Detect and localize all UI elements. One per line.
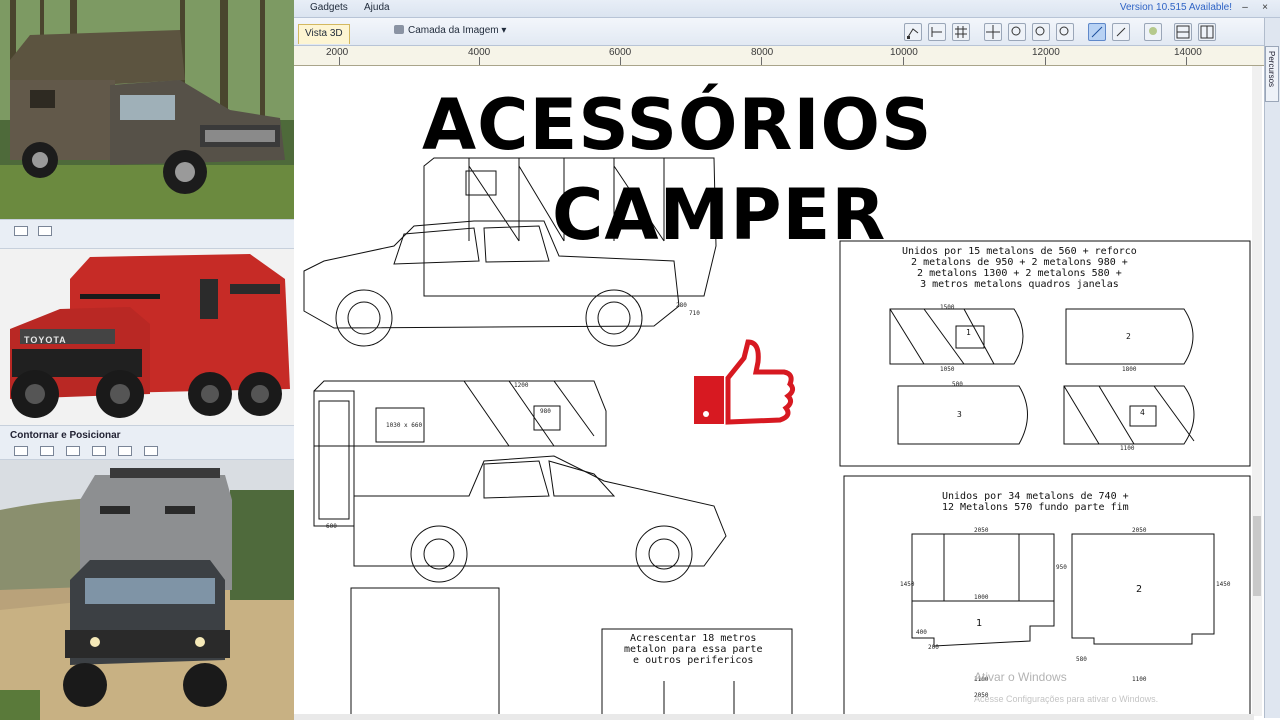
shape-icon[interactable] <box>14 446 28 456</box>
dim-label: 600 <box>326 523 337 530</box>
dim-label: 1450 <box>900 581 915 588</box>
activation-subtext: Acesse Configurações para ativar o Windo… <box>974 694 1159 704</box>
note-box-3: Acrescentar 18 metros metalon para essa … <box>624 633 763 666</box>
dim-label: 1030 x 660 <box>386 422 423 429</box>
screen: TOYOTA Contornar e Posicionar Gadgets Aj… <box>0 0 1280 720</box>
tile4-icon[interactable] <box>144 446 158 456</box>
dim-label: 2050 <box>974 527 989 534</box>
menu-bar: Gadgets Ajuda Version 10.515 Available! … <box>294 0 1280 18</box>
panel-number: 3 <box>957 410 962 419</box>
thumbs-up-icon <box>694 339 796 425</box>
layer-icon <box>394 25 404 34</box>
headline-line2: CAMPER <box>552 174 887 256</box>
photo-grey-camper <box>0 460 294 720</box>
zoom-fit-icon[interactable] <box>1056 23 1074 41</box>
grille-brand: TOYOTA <box>24 335 67 345</box>
crop-icon[interactable] <box>38 226 52 236</box>
tile2-icon[interactable] <box>92 446 106 456</box>
ruler-label: 14000 <box>1174 47 1202 58</box>
drawing-canvas[interactable]: Unidos por 15 metalons de 560 + reforco … <box>294 66 1254 720</box>
dim-label: 1000 <box>974 594 989 601</box>
dim-label: 1200 <box>514 382 529 389</box>
photo-red-camper: TOYOTA <box>0 249 294 425</box>
dim-label: 580 <box>1076 656 1087 663</box>
headline-line1: ACESSÓRIOS <box>422 84 933 166</box>
tile-icon[interactable] <box>66 446 80 456</box>
note-box-1: Unidos por 15 metalons de 560 + reforco … <box>902 246 1137 290</box>
truck-side-view-2 <box>313 380 727 583</box>
version-link[interactable]: Version 10.515 Available! <box>1120 2 1232 13</box>
activation-watermark: Ativar o Windows <box>974 670 1067 684</box>
bulb-icon[interactable] <box>1144 23 1162 41</box>
dim-label: 1800 <box>1122 366 1137 373</box>
layout-b-icon[interactable] <box>1198 23 1216 41</box>
tile3-icon[interactable] <box>118 446 132 456</box>
panel-number: 1 <box>966 328 971 337</box>
grid-tool-icon[interactable] <box>952 23 970 41</box>
dim-label: 710 <box>689 310 700 317</box>
ruler-label: 2000 <box>326 47 349 58</box>
panel-number: 2 <box>1126 332 1131 341</box>
node-tool-icon[interactable] <box>904 23 922 41</box>
move-tool-icon[interactable] <box>984 23 1002 41</box>
zoom-in-icon[interactable] <box>1008 23 1026 41</box>
dim-label: 980 <box>540 408 551 415</box>
grid-icon[interactable] <box>40 446 54 456</box>
image-layer-dropdown[interactable]: Camada da Imagem ▾ <box>394 25 506 36</box>
dim-label: 400 <box>916 629 927 636</box>
dim-label: 950 <box>1056 564 1067 571</box>
dim-label: 1050 <box>940 366 955 373</box>
tab-routes[interactable]: Percursos <box>1265 46 1279 102</box>
pointer-icon[interactable] <box>14 226 28 236</box>
contour-label: Contornar e Posicionar <box>10 430 121 441</box>
software-strip <box>0 219 294 249</box>
zoom-out-icon[interactable] <box>1032 23 1050 41</box>
note-box-2: Unidos por 34 metalons de 740 + 12 Metal… <box>942 491 1129 513</box>
image-layer-label: Camada da Imagem <box>408 25 499 36</box>
dim-label: 1450 <box>1216 581 1231 588</box>
vertical-scrollbar[interactable] <box>1252 66 1262 716</box>
panel-sketches <box>889 308 1195 445</box>
menu-gadgets[interactable]: Gadgets <box>310 2 348 13</box>
align-tool-icon[interactable] <box>928 23 946 41</box>
photo-forest-camper <box>0 0 294 219</box>
tab-3d-view[interactable]: Vista 3D <box>298 24 350 44</box>
dim-label: 280 <box>676 302 687 309</box>
side-panel: Percursos <box>1264 18 1280 718</box>
dim-label: 200 <box>928 644 939 651</box>
panel-drawings <box>911 533 1215 647</box>
contour-strip: Contornar e Posicionar <box>0 425 294 460</box>
dim-label: 500 <box>952 381 963 388</box>
routes-label: Percursos <box>1267 51 1276 88</box>
ruler-label: 8000 <box>751 47 774 58</box>
panel-number: 4 <box>1140 408 1145 417</box>
snap-tool-icon[interactable] <box>1088 23 1106 41</box>
dim-label: 2050 <box>1132 527 1147 534</box>
scroll-thumb[interactable] <box>1253 516 1261 596</box>
panel-number: 1 <box>976 618 983 629</box>
horizontal-ruler: 2000 4000 6000 8000 10000 12000 14000 <box>294 46 1264 66</box>
layout-a-icon[interactable] <box>1174 23 1192 41</box>
dim-label: 1100 <box>1120 445 1135 452</box>
dim-label: 1100 <box>1132 676 1147 683</box>
minimize-icon[interactable]: – <box>1240 3 1250 13</box>
horizontal-scrollbar[interactable] <box>294 714 1254 720</box>
panel-number: 2 <box>1136 584 1143 595</box>
close-icon[interactable]: × <box>1260 3 1270 13</box>
magic-tool-icon[interactable] <box>1112 23 1130 41</box>
dim-label: 1500 <box>940 304 955 311</box>
menu-help[interactable]: Ajuda <box>364 2 390 13</box>
toolbar: Vista 3D Camada da Imagem ▾ <box>294 18 1264 46</box>
